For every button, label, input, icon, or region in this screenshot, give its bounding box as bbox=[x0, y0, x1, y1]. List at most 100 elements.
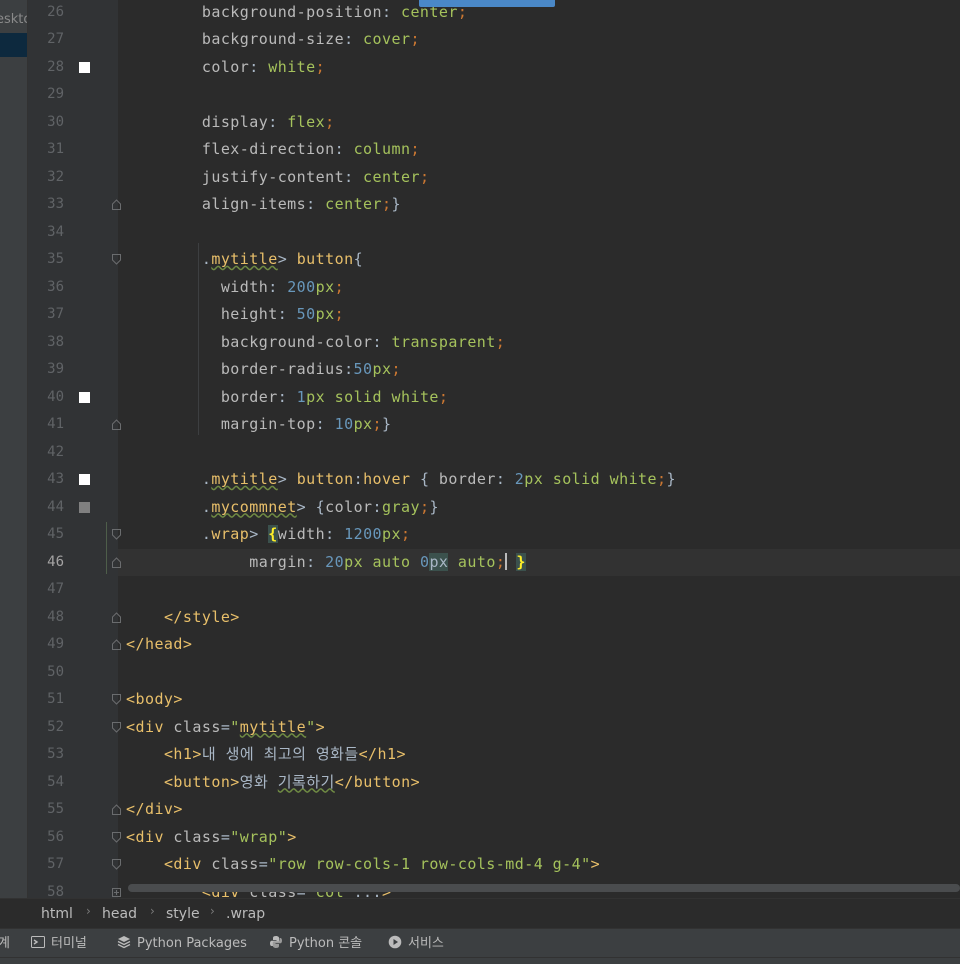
code-line[interactable]: 34 bbox=[0, 219, 960, 247]
code-line[interactable]: 38 background-color: transparent; bbox=[0, 329, 960, 357]
code-text[interactable]: border-radius:50px; bbox=[126, 356, 401, 384]
horizontal-scrollbar[interactable] bbox=[128, 884, 960, 892]
fold-start-icon[interactable] bbox=[112, 694, 121, 705]
code-token: </div> bbox=[126, 800, 183, 818]
color-preview-icon[interactable] bbox=[79, 391, 90, 403]
fold-start-icon[interactable] bbox=[112, 721, 121, 733]
code-text[interactable]: margin: 20px auto 0px auto; } bbox=[126, 549, 526, 577]
code-text[interactable]: <button>영화 기록하기</button> bbox=[126, 769, 420, 797]
code-line[interactable]: 37 height: 50px; bbox=[0, 301, 960, 329]
code-line[interactable]: 57 <div class="row row-cols-1 row-cols-m… bbox=[0, 851, 960, 879]
code-token: <body> bbox=[126, 690, 183, 708]
code-line[interactable]: 32 justify-content: center; bbox=[0, 164, 960, 192]
breadcrumb-item-head[interactable]: head bbox=[102, 906, 137, 922]
code-line[interactable]: 35 .mytitle> button{ bbox=[0, 246, 960, 274]
code-token: ; bbox=[325, 112, 335, 131]
fold-end-icon[interactable] bbox=[112, 804, 121, 815]
code-token: : bbox=[382, 2, 401, 21]
code-line[interactable]: 53 <h1>내 생에 최고의 영화들</h1> bbox=[0, 741, 960, 769]
code-text[interactable]: margin-top: 10px;} bbox=[126, 411, 392, 439]
code-line[interactable]: 29 bbox=[0, 81, 960, 109]
code-line[interactable]: 33 align-items: center;} bbox=[0, 191, 960, 219]
code-text[interactable]: .mytitle> button{ bbox=[126, 246, 363, 274]
code-line[interactable]: 45 .wrap> {width: 1200px; bbox=[0, 521, 960, 549]
code-text[interactable]: .mytitle> button:hover { border: 2px sol… bbox=[126, 466, 676, 494]
code-line[interactable]: 50 bbox=[0, 659, 960, 687]
fold-start-icon[interactable] bbox=[112, 831, 121, 843]
color-preview-icon[interactable] bbox=[79, 474, 90, 485]
code-text[interactable]: .wrap> {width: 1200px; bbox=[126, 521, 411, 549]
fold-start-icon[interactable] bbox=[112, 859, 121, 870]
code-line[interactable]: 55 </div> bbox=[0, 796, 960, 824]
code-text[interactable]: </head> bbox=[126, 631, 192, 659]
fold-start-icon[interactable] bbox=[112, 254, 121, 265]
code-line[interactable]: 40 border: 1px solid white; bbox=[0, 384, 960, 412]
breadcrumb-item-style[interactable]: style bbox=[166, 906, 200, 922]
code-line[interactable]: 31 flex-direction: column; bbox=[0, 136, 960, 164]
breadcrumb-item-html[interactable]: html bbox=[41, 906, 73, 922]
fold-start-icon[interactable] bbox=[112, 529, 121, 540]
code-text[interactable]: flex-direction: column; bbox=[126, 136, 420, 164]
code-line[interactable]: 39 border-radius:50px; bbox=[0, 356, 960, 384]
code-line[interactable]: 43 .mytitle> button:hover { border: 2px … bbox=[0, 466, 960, 494]
code-text[interactable]: justify-content: center; bbox=[126, 164, 429, 192]
code-text[interactable]: display: flex; bbox=[126, 109, 335, 137]
fold-end-icon[interactable] bbox=[112, 611, 121, 623]
code-line[interactable]: 49 </head> bbox=[0, 631, 960, 659]
code-text[interactable]: background-position: center; bbox=[126, 0, 467, 26]
code-text[interactable]: .mycommnet> {color:gray;} bbox=[126, 494, 439, 522]
tool-window-python-packages[interactable]: Python Packages bbox=[117, 934, 247, 954]
tool-window-services[interactable]: 서비스 bbox=[388, 934, 444, 954]
code-line[interactable]: 54 <button>영화 기록하기</button> bbox=[0, 769, 960, 797]
code-line[interactable]: 56 <div class="wrap"> bbox=[0, 824, 960, 852]
fold-end-icon[interactable] bbox=[112, 639, 121, 650]
fold-end-icon[interactable] bbox=[112, 199, 121, 210]
line-number: 45 bbox=[47, 526, 64, 542]
code-token: 200 bbox=[287, 277, 316, 296]
code-text[interactable]: border: 1px solid white; bbox=[126, 384, 448, 412]
code-line[interactable]: 41 margin-top: 10px;} bbox=[0, 411, 960, 439]
code-token: border bbox=[438, 470, 496, 488]
code-line[interactable]: 42 bbox=[0, 439, 960, 467]
tool-window-python-console[interactable]: Python 콘솔 bbox=[269, 934, 362, 954]
code-text[interactable]: <h1>내 생에 최고의 영화들</h1> bbox=[126, 741, 406, 769]
line-number: 37 bbox=[47, 306, 64, 322]
code-line[interactable]: 30 display: flex; bbox=[0, 109, 960, 137]
tool-window-cropped[interactable]: 계 bbox=[0, 934, 10, 954]
fold-expand-icon[interactable] bbox=[112, 887, 121, 898]
code-text[interactable]: <div class="mytitle"> bbox=[126, 714, 325, 742]
code-line[interactable]: 46 margin: 20px auto 0px auto; } bbox=[0, 548, 960, 577]
code-text[interactable]: <div class="row row-cols-1 row-cols-md-4… bbox=[126, 851, 600, 879]
code-text[interactable]: <div class="wrap"> bbox=[126, 824, 297, 852]
line-number: 44 bbox=[47, 498, 64, 515]
code-text[interactable]: </div> bbox=[126, 796, 183, 824]
color-preview-icon[interactable] bbox=[79, 501, 90, 513]
fold-end-icon[interactable] bbox=[112, 556, 121, 568]
code-line[interactable]: 28 color: white; bbox=[0, 54, 960, 82]
code-line[interactable]: 52 <div class="mytitle"> bbox=[0, 714, 960, 742]
fold-end-icon[interactable] bbox=[112, 419, 121, 430]
code-line[interactable]: 27 background-size: cover; bbox=[0, 26, 960, 54]
code-line[interactable]: 47 bbox=[0, 576, 960, 604]
code-line[interactable]: 48 </style> bbox=[0, 604, 960, 632]
code-text[interactable]: color: white; bbox=[126, 54, 325, 82]
color-preview-icon[interactable] bbox=[79, 61, 90, 73]
code-line[interactable]: 51 <body> bbox=[0, 686, 960, 714]
code-line[interactable]: 44 .mycommnet> {color:gray;} bbox=[0, 494, 960, 522]
code-text[interactable]: </style> bbox=[126, 604, 240, 632]
code-line[interactable]: 36 width: 200px; bbox=[0, 274, 960, 302]
code-text[interactable]: align-items: center;} bbox=[126, 191, 401, 219]
code-text[interactable]: background-size: cover; bbox=[126, 26, 420, 54]
breadcrumb-item-wrap[interactable]: .wrap bbox=[226, 906, 265, 922]
code-text[interactable]: background-color: transparent; bbox=[126, 329, 505, 357]
code-text[interactable]: height: 50px; bbox=[126, 301, 344, 329]
code-text[interactable]: <body> bbox=[126, 686, 183, 714]
code-token: : bbox=[372, 332, 392, 351]
tool-window-terminal[interactable]: 터미널 bbox=[31, 934, 87, 954]
code-text[interactable]: width: 200px; bbox=[126, 274, 344, 302]
code-token: ; bbox=[334, 305, 345, 323]
